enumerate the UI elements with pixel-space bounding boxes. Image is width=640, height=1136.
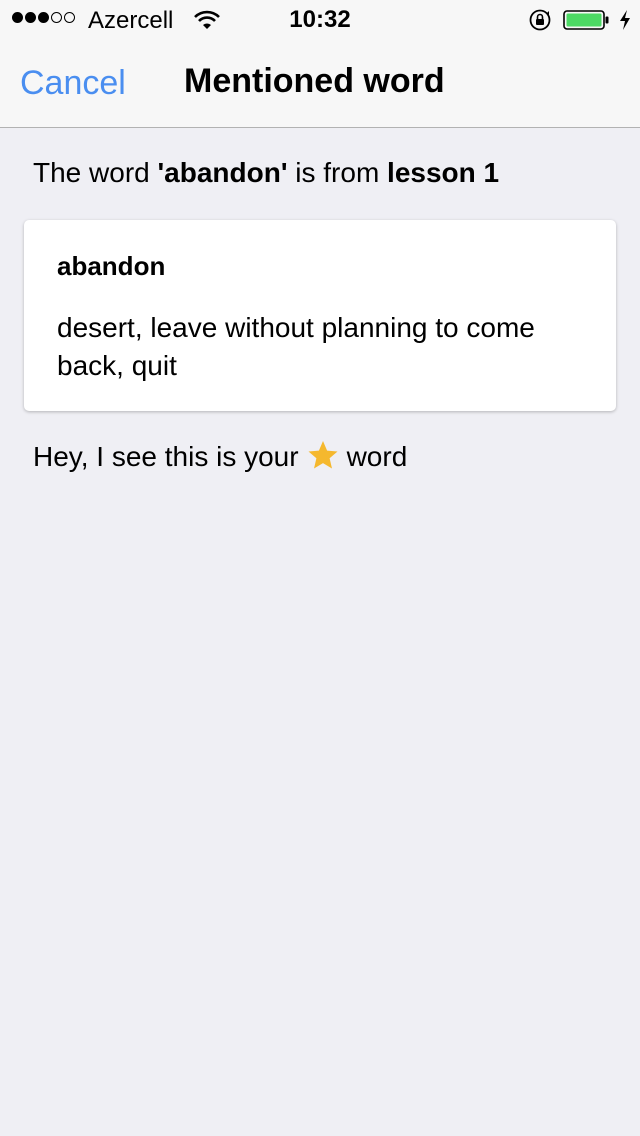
- favorite-message-prefix: Hey, I see this is your: [33, 441, 299, 472]
- charging-icon: [620, 10, 630, 30]
- word-card: abandon desert, leave without planning t…: [24, 220, 616, 411]
- rotation-lock-icon: [529, 9, 551, 31]
- star-icon: [308, 441, 338, 469]
- battery-icon: [563, 10, 609, 30]
- card-word: abandon: [57, 251, 166, 281]
- cancel-button[interactable]: Cancel: [20, 64, 126, 103]
- card-definition: desert, leave without planning to come b…: [57, 312, 535, 381]
- lesson-info-lesson: lesson 1: [387, 157, 500, 188]
- navigation-bar: Cancel Mentioned word: [0, 40, 640, 128]
- page-title: Mentioned word: [184, 62, 445, 100]
- status-bar: Azercell 10:32: [0, 0, 640, 40]
- lesson-info: The word 'abandon' is from lesson 1: [33, 157, 499, 189]
- lesson-info-prefix: The word: [33, 157, 158, 188]
- carrier-name: Azercell: [88, 7, 174, 34]
- lesson-info-middle: is from: [287, 157, 388, 188]
- signal-strength-icon: [12, 12, 75, 23]
- lesson-info-word: 'abandon': [157, 157, 288, 188]
- favorite-message-suffix: word: [346, 441, 408, 472]
- favorite-message: Hey, I see this is your word: [33, 441, 407, 473]
- wifi-icon: [194, 10, 220, 29]
